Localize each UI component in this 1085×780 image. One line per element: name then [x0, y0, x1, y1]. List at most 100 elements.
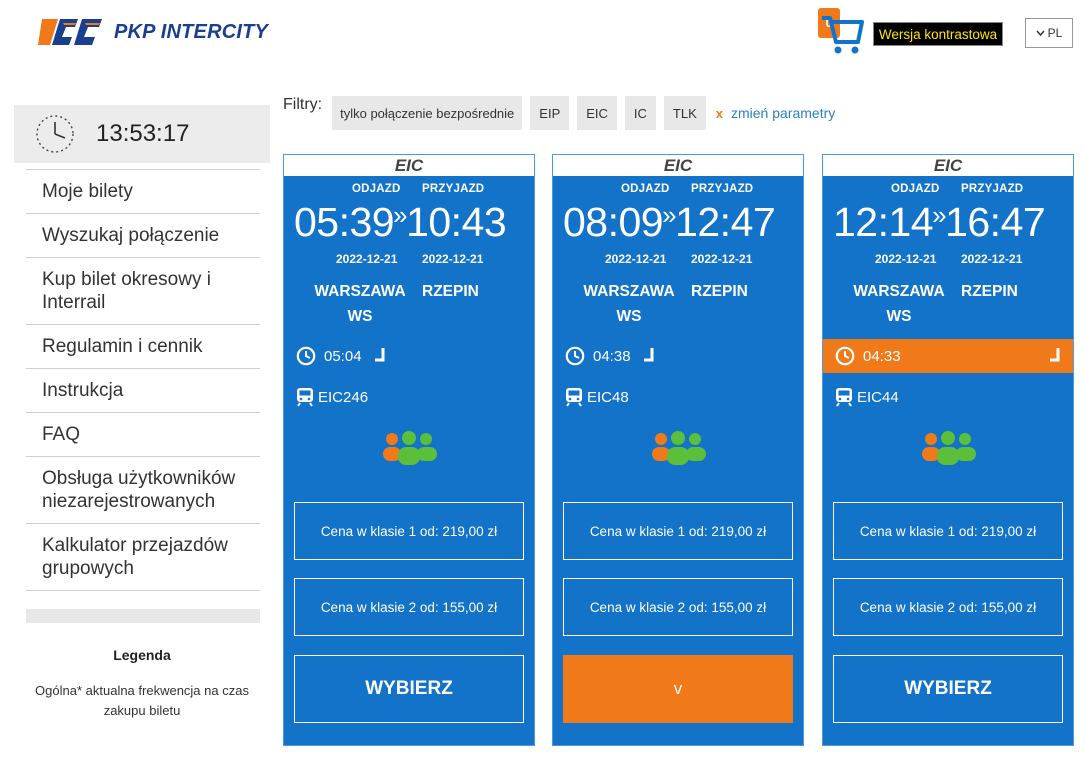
sidebar-item-my-tickets[interactable]: Moje bilety — [26, 169, 260, 213]
duration: 04:38 — [593, 347, 631, 365]
times: 12:14»16:47 — [833, 199, 1046, 246]
arrival-time: 16:47 — [945, 199, 1046, 245]
clock-icon — [36, 115, 74, 153]
header: PKP INTERCITY 0 Wersja kontrastowa PL — [0, 0, 1085, 70]
duration-row-highlighted: 04:33 — [823, 339, 1073, 373]
to-city: RZEPIN — [422, 283, 479, 300]
train-category: EIC — [823, 155, 1073, 177]
to-city: RZEPIN — [961, 283, 1018, 300]
to-city: RZEPIN — [691, 283, 748, 300]
sidebar-item-instructions[interactable]: Instrukcja — [26, 368, 260, 412]
times: 08:09»12:47 — [563, 199, 776, 246]
departure-label: ODJAZD — [621, 183, 670, 195]
train-row: EIC246 — [296, 387, 368, 407]
pkp-intercity-logo-icon — [38, 19, 102, 45]
departure-date: 2022-12-21 — [875, 252, 937, 266]
departure-time: 05:39 — [294, 199, 395, 245]
cart-button[interactable]: 0 — [818, 6, 866, 56]
choose-button[interactable]: WYBIERZ — [294, 655, 524, 723]
price-class-2-button[interactable]: Cena w klasie 2 od: 155,00 zł — [833, 578, 1063, 636]
duration: 04:33 — [863, 347, 901, 365]
sidebar-nav: Moje bilety Wyszukaj połączenie Kup bile… — [26, 169, 260, 591]
clock-icon — [835, 346, 855, 366]
filter-chip-eic[interactable]: EIC — [577, 96, 617, 130]
language-select[interactable]: PL — [1025, 18, 1073, 48]
train-number: EIC44 — [857, 388, 899, 406]
times: 05:39»10:43 — [294, 199, 507, 246]
price-class-2-button[interactable]: Cena w klasie 2 od: 155,00 zł — [563, 578, 793, 636]
occupancy-icon — [922, 431, 976, 465]
duration-row: 04:38 — [553, 339, 803, 373]
train-icon — [297, 388, 313, 407]
change-parameters-link[interactable]: zmień parametry — [731, 105, 835, 121]
arrival-label: PRZYJAZD — [961, 183, 1024, 195]
arrival-label: PRZYJAZD — [691, 183, 754, 195]
direct-connection-icon — [1050, 348, 1060, 362]
train-row: EIC44 — [835, 387, 899, 407]
close-icon[interactable]: x — [716, 106, 723, 121]
duration-row: 05:04 — [284, 339, 534, 373]
departure-date: 2022-12-21 — [605, 252, 667, 266]
departure-time: 12:14 — [833, 199, 934, 245]
from-city: WARSZAWA WS — [583, 283, 675, 325]
direct-connection-icon — [644, 348, 654, 362]
arrival-label: PRZYJAZD — [422, 183, 485, 195]
price-class-1-button[interactable]: Cena w klasie 1 od: 219,00 zł — [833, 502, 1063, 560]
train-category: EIC — [284, 155, 534, 177]
departure-time: 08:09 — [563, 199, 664, 245]
legend-title: Legenda — [113, 647, 171, 663]
contrast-mode-button[interactable]: Wersja kontrastowa — [873, 22, 1003, 46]
connection-card-1: EIC ODJAZD PRZYJAZD 05:39»10:43 2022-12-… — [283, 154, 535, 746]
occupancy-icon — [652, 431, 706, 465]
from-city: WARSZAWA WS — [853, 283, 945, 325]
clock-box: 13:53:17 — [14, 105, 270, 163]
separator: » — [932, 200, 947, 230]
sidebar-item-search-connection[interactable]: Wyszukaj połączenie — [26, 213, 260, 257]
arrival-date: 2022-12-21 — [691, 252, 753, 266]
filters-label: Filtry: — [283, 96, 323, 113]
separator: » — [662, 200, 677, 230]
arrival-time: 10:43 — [406, 199, 507, 245]
cart-icon — [822, 16, 864, 54]
sidebar-item-regulations[interactable]: Regulamin i cennik — [26, 324, 260, 368]
price-class-1-button[interactable]: Cena w klasie 1 od: 219,00 zł — [563, 502, 793, 560]
sidebar-item-faq[interactable]: FAQ — [26, 412, 260, 456]
filter-chip-eip[interactable]: EIP — [530, 96, 570, 130]
choose-button[interactable]: WYBIERZ — [833, 655, 1063, 723]
current-time: 13:53:17 — [96, 120, 190, 147]
filters-bar: Filtry: tylko połączenie bezpośrednie EI… — [283, 96, 835, 130]
connection-card-2: EIC ODJAZD PRZYJAZD 08:09»12:47 2022-12-… — [552, 154, 804, 746]
departure-label: ODJAZD — [891, 183, 940, 195]
train-number: EIC48 — [587, 388, 629, 406]
filter-chip-ic[interactable]: IC — [624, 96, 656, 130]
filter-chip-tlk[interactable]: TLK — [663, 96, 706, 130]
price-class-1-button[interactable]: Cena w klasie 1 od: 219,00 zł — [294, 502, 524, 560]
language-label: PL — [1047, 26, 1063, 40]
departure-date: 2022-12-21 — [336, 252, 398, 266]
occupancy-icon — [383, 431, 437, 465]
clock-icon — [565, 346, 585, 366]
arrival-date: 2022-12-21 — [961, 252, 1023, 266]
sidebar-item-season-ticket[interactable]: Kup bilet okresowy i Interrail — [26, 257, 260, 324]
sidebar-item-group-calculator[interactable]: Kalkulator przejazdów grupowych — [26, 523, 260, 591]
arrival-time: 12:47 — [675, 199, 776, 245]
chevron-down-icon — [1036, 30, 1045, 36]
logo-text: PKP INTERCITY — [114, 20, 269, 43]
sidebar: 13:53:17 Moje bilety Wyszukaj połączenie… — [14, 105, 270, 721]
train-number: EIC246 — [318, 388, 369, 406]
filter-chip-direct[interactable]: tylko połączenie bezpośrednie — [332, 96, 523, 130]
connection-card-3: EIC ODJAZD PRZYJAZD 12:14»16:47 2022-12-… — [822, 154, 1074, 746]
legend-text: Ogólna* aktualna frekwencja na czas zaku… — [35, 683, 249, 718]
choose-button[interactable]: v — [563, 655, 793, 723]
legend-divider — [26, 609, 260, 623]
arrival-date: 2022-12-21 — [422, 252, 484, 266]
train-icon — [566, 388, 582, 407]
logo[interactable]: PKP INTERCITY — [38, 14, 268, 50]
sidebar-item-unregistered-users[interactable]: Obsługa użytkowników niezarejestrowanych — [26, 456, 260, 523]
from-city: WARSZAWA WS — [314, 283, 406, 325]
clock-icon — [296, 346, 316, 366]
price-class-2-button[interactable]: Cena w klasie 2 od: 155,00 zł — [294, 578, 524, 636]
separator: » — [393, 200, 408, 230]
train-icon — [836, 388, 852, 407]
train-row: EIC48 — [565, 387, 629, 407]
